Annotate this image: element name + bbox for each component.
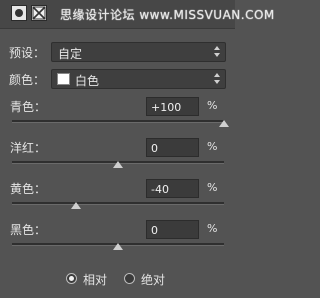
dropdown-arrows-icon bbox=[214, 45, 221, 59]
colors-dropdown[interactable]: 白色 bbox=[51, 69, 226, 89]
yellow-percent-unit: % bbox=[207, 181, 218, 194]
absolute-label: 绝对 bbox=[141, 273, 166, 287]
yellow-slider-track[interactable] bbox=[12, 202, 224, 205]
yellow-slider-thumb[interactable] bbox=[70, 202, 81, 209]
black-percent-unit: % bbox=[207, 222, 218, 235]
preset-dropdown[interactable]: 自定 bbox=[51, 42, 226, 62]
yellow-value-input[interactable]: -40 bbox=[146, 179, 199, 198]
cyan-value-input[interactable]: +100 bbox=[146, 97, 199, 116]
colors-value: 白色 bbox=[75, 74, 100, 88]
relative-radio[interactable] bbox=[66, 273, 77, 284]
cyan-percent-unit: % bbox=[207, 99, 218, 112]
magenta-value-input[interactable]: 0 bbox=[146, 138, 199, 157]
panel-header: 思缘设计论坛 www.MISSVUAN.COM bbox=[0, 0, 274, 29]
absolute-radio[interactable] bbox=[124, 273, 135, 284]
magenta-slider-thumb[interactable] bbox=[113, 161, 123, 168]
cyan-slider-track[interactable] bbox=[12, 120, 224, 123]
preset-value: 自定 bbox=[58, 47, 83, 61]
preset-label: 预设： bbox=[9, 46, 46, 60]
relative-label: 相对 bbox=[83, 273, 108, 287]
colors-label: 颜色： bbox=[9, 73, 46, 87]
black-slider-thumb[interactable] bbox=[113, 243, 123, 250]
black-label: 黑色： bbox=[10, 223, 47, 237]
layer-mask-icon[interactable] bbox=[11, 5, 27, 21]
yellow-label: 黄色： bbox=[10, 182, 47, 196]
dropdown-arrows-icon bbox=[214, 72, 221, 86]
adjustment-icon[interactable] bbox=[31, 5, 47, 21]
cyan-slider-thumb[interactable] bbox=[219, 120, 229, 127]
cyan-label: 青色： bbox=[10, 100, 47, 114]
watermark-text: 思缘设计论坛 www.MISSVUAN.COM bbox=[60, 8, 275, 22]
magenta-percent-unit: % bbox=[207, 140, 218, 153]
color-swatch bbox=[57, 73, 70, 85]
black-value-input[interactable]: 0 bbox=[146, 220, 199, 239]
magenta-label: 洋红： bbox=[10, 141, 47, 155]
